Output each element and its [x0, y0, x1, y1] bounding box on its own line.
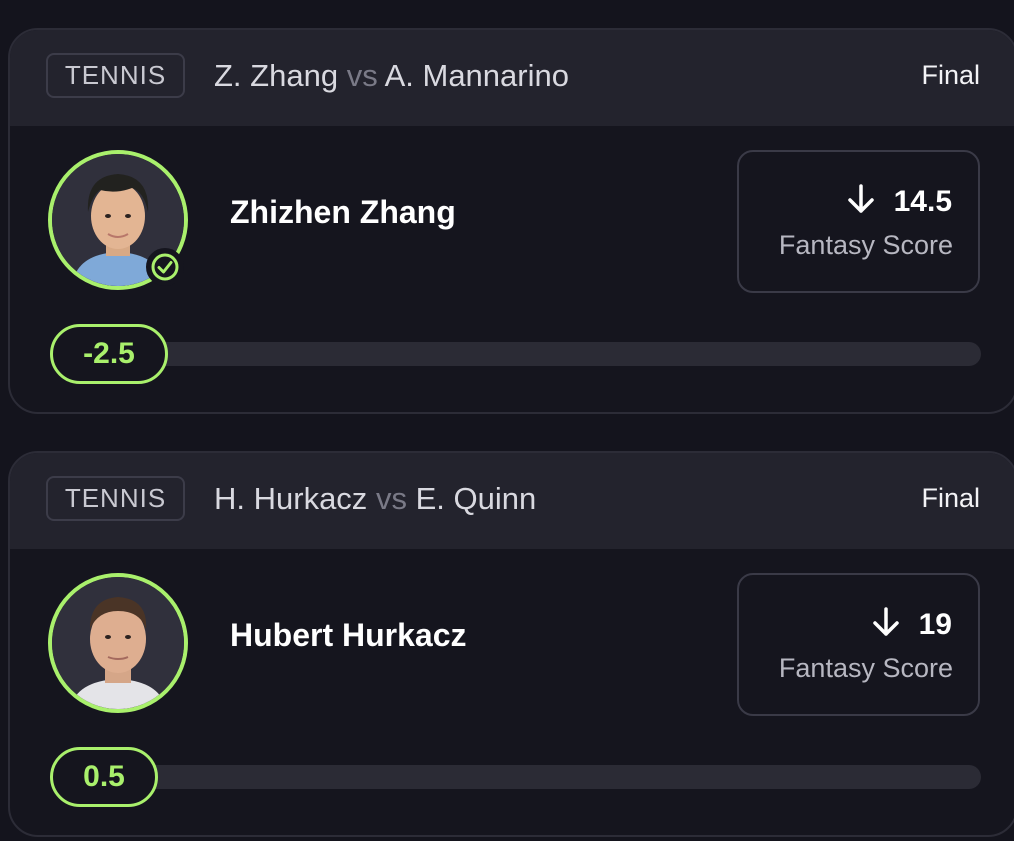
- game-status: Final: [921, 483, 980, 513]
- team-1: Z. Zhang: [214, 58, 339, 93]
- pick-card[interactable]: TENNIS Z. Zhang vs A. Mannarino Final Zh…: [8, 28, 1014, 414]
- game-status: Final: [921, 60, 980, 90]
- player-name: Hubert Hurkacz: [230, 617, 467, 653]
- line-pill: -2.5: [50, 324, 168, 384]
- player-photo-icon: [52, 577, 184, 709]
- matchup: H. Hurkacz vs E. Quinn: [214, 479, 536, 519]
- progress-track: [50, 342, 981, 366]
- fantasy-score-label: Fantasy Score: [778, 653, 953, 683]
- arrow-down-icon: [846, 182, 876, 221]
- check-icon: [146, 248, 184, 286]
- line-pill: 0.5: [50, 747, 158, 807]
- fantasy-score-value: 19: [918, 607, 952, 641]
- sport-badge: TENNIS: [46, 476, 185, 521]
- card-header: TENNIS Z. Zhang vs A. Mannarino Final: [10, 30, 1014, 126]
- sport-badge: TENNIS: [46, 53, 185, 98]
- progress-track: [50, 765, 981, 789]
- team-2: A. Mannarino: [384, 58, 569, 93]
- fantasy-score-box: 19 Fantasy Score: [737, 573, 980, 716]
- arrow-down-icon: [871, 605, 901, 644]
- fantasy-score-box: 14.5 Fantasy Score: [737, 150, 980, 293]
- fantasy-score-label: Fantasy Score: [778, 230, 953, 260]
- vs-label: vs: [375, 481, 407, 516]
- player-avatar: [48, 573, 188, 713]
- matchup: Z. Zhang vs A. Mannarino: [214, 56, 569, 96]
- player-name: Zhizhen Zhang: [230, 194, 456, 230]
- fantasy-score-value: 14.5: [893, 184, 952, 218]
- card-header: TENNIS H. Hurkacz vs E. Quinn Final: [10, 453, 1014, 549]
- pick-card[interactable]: TENNIS H. Hurkacz vs E. Quinn Final Hube…: [8, 451, 1014, 837]
- vs-label: vs: [346, 58, 378, 93]
- team-1: H. Hurkacz: [214, 481, 368, 516]
- team-2: E. Quinn: [415, 481, 537, 516]
